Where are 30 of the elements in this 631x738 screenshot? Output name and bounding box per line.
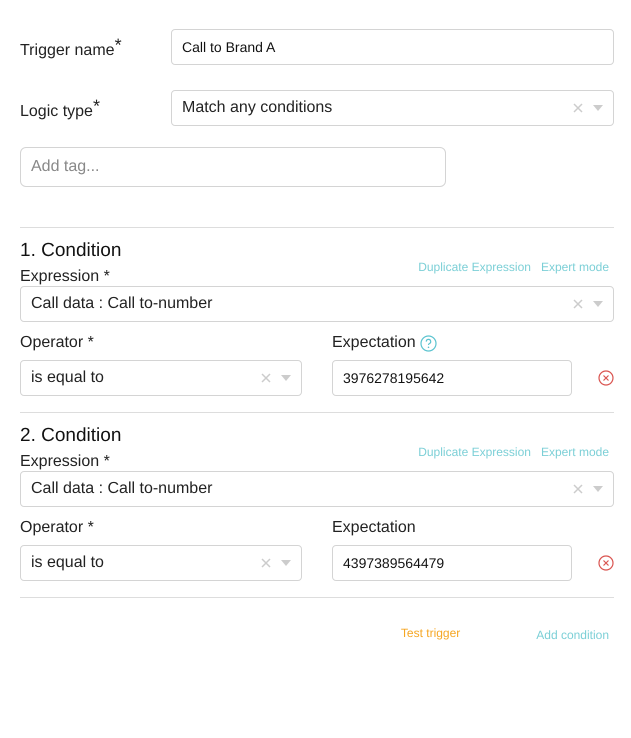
- remove-icon[interactable]: [598, 370, 614, 386]
- caret-icon[interactable]: [281, 375, 291, 381]
- clear-icon[interactable]: [573, 299, 583, 309]
- caret-icon[interactable]: [281, 560, 291, 566]
- clear-icon[interactable]: [261, 373, 271, 383]
- help-icon[interactable]: [420, 334, 437, 352]
- trigger-name-field[interactable]: Call to Brand A: [171, 29, 614, 65]
- condition-heading: 1. Condition: [20, 240, 122, 262]
- operator-select[interactable]: is equal to: [20, 360, 302, 396]
- caret-icon[interactable]: [593, 105, 603, 111]
- field-label: Expression *: [20, 453, 110, 471]
- expression-select[interactable]: Call data : Call to-number: [20, 286, 614, 322]
- caret-icon[interactable]: [593, 301, 603, 307]
- logic-type-select[interactable]: Match any conditions: [171, 90, 614, 126]
- clear-icon[interactable]: [573, 103, 583, 113]
- field-label: Expectation: [332, 334, 416, 352]
- expression-select[interactable]: Call data : Call to-number: [20, 471, 614, 507]
- clear-icon[interactable]: [261, 558, 271, 568]
- field-label: Expectation: [332, 519, 416, 537]
- clear-icon[interactable]: [573, 484, 583, 494]
- field-label: Operator *: [20, 334, 94, 352]
- expectation-field[interactable]: 4397389564479: [332, 545, 572, 581]
- tag-field[interactable]: Add tag...: [20, 147, 446, 187]
- operator-select[interactable]: is equal to: [20, 545, 302, 581]
- field-label: Expression *: [20, 268, 110, 286]
- remove-icon[interactable]: [598, 555, 614, 571]
- condition-heading: 2. Condition: [20, 425, 122, 447]
- caret-icon[interactable]: [593, 486, 603, 492]
- expectation-field[interactable]: 3976278195642: [332, 360, 572, 396]
- field-label: Operator *: [20, 519, 94, 537]
